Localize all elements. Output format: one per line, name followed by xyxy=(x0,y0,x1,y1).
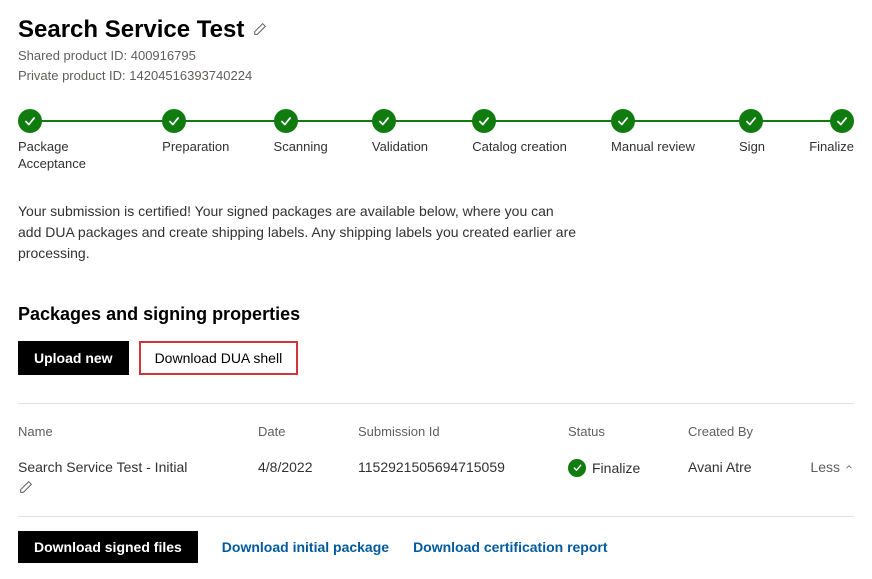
check-icon xyxy=(274,109,298,133)
progress-tracker: Package Acceptance Preparation Scanning … xyxy=(18,109,854,173)
page-title: Search Service Test xyxy=(18,16,244,44)
private-product-id: Private product ID: 14204516393740224 xyxy=(18,66,854,86)
step-finalize: Finalize xyxy=(809,109,854,173)
header-name: Name xyxy=(18,424,258,439)
packages-section-title: Packages and signing properties xyxy=(18,304,854,325)
step-sign: Sign xyxy=(739,109,765,173)
status-badge: Finalize xyxy=(568,459,640,477)
download-certification-report-link[interactable]: Download certification report xyxy=(413,539,607,555)
check-icon xyxy=(472,109,496,133)
row-expand-toggle[interactable]: Less xyxy=(808,459,854,475)
step-validation: Validation xyxy=(372,109,428,173)
download-initial-package-link[interactable]: Download initial package xyxy=(222,539,389,555)
step-package-acceptance: Package Acceptance xyxy=(18,109,118,173)
upload-new-button[interactable]: Upload new xyxy=(18,341,129,375)
status-message: Your submission is certified! Your signe… xyxy=(18,201,578,264)
edit-title-icon[interactable] xyxy=(252,21,268,40)
packages-table: Name Date Submission Id Status Created B… xyxy=(18,403,854,563)
check-icon xyxy=(18,109,42,133)
table-header-row: Name Date Submission Id Status Created B… xyxy=(18,414,854,449)
download-dua-shell-button[interactable]: Download DUA shell xyxy=(139,341,299,375)
table-row: Search Service Test - Initial 4/8/2022 1… xyxy=(18,449,854,508)
header-status: Status xyxy=(568,424,688,439)
step-scanning: Scanning xyxy=(274,109,328,173)
row-name: Search Service Test - Initial xyxy=(18,459,246,475)
header-submission: Submission Id xyxy=(358,424,568,439)
header-date: Date xyxy=(258,424,358,439)
shared-product-id: Shared product ID: 400916795 xyxy=(18,46,854,66)
check-icon xyxy=(830,109,854,133)
edit-row-name-icon[interactable] xyxy=(18,479,246,498)
check-icon xyxy=(568,459,586,477)
step-preparation: Preparation xyxy=(162,109,229,173)
step-manual-review: Manual review xyxy=(611,109,695,173)
check-icon xyxy=(611,109,635,133)
row-date: 4/8/2022 xyxy=(258,459,358,475)
check-icon xyxy=(739,109,763,133)
chevron-up-icon xyxy=(844,459,854,475)
header-created-by: Created By xyxy=(688,424,808,439)
row-created-by: Avani Atre xyxy=(688,459,808,475)
row-submission-id: 1152921505694715059 xyxy=(358,459,568,475)
download-signed-files-button[interactable]: Download signed files xyxy=(18,531,198,563)
check-icon xyxy=(162,109,186,133)
step-catalog-creation: Catalog creation xyxy=(472,109,567,173)
check-icon xyxy=(372,109,396,133)
